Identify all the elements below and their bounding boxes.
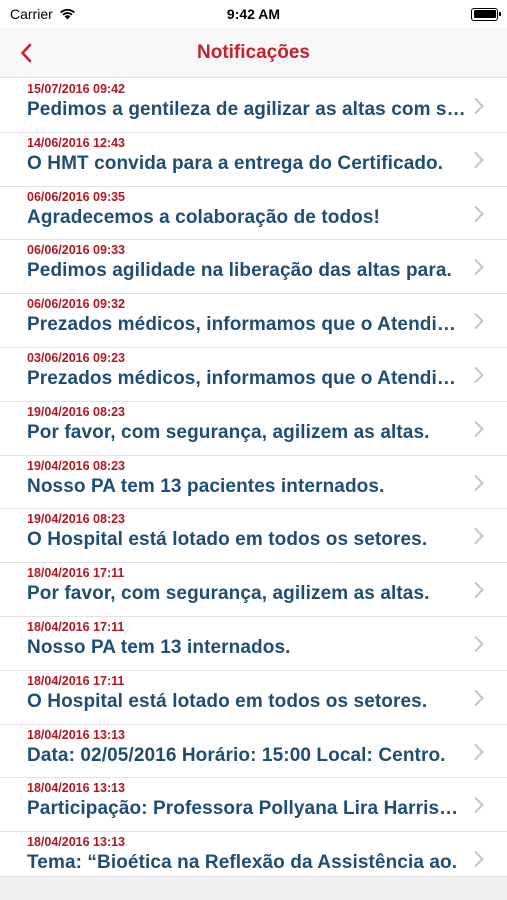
notification-row[interactable]: 06/06/2016 09:33 Pedimos agilidade na lib… [0, 240, 507, 295]
notification-message: Tema: “Bioética na Reflexão da Assistênc… [27, 852, 458, 874]
chevron-right-icon [474, 635, 484, 652]
chevron-right-icon [474, 313, 484, 330]
notification-row[interactable]: 03/06/2016 09:23 Prezados médicos, inform… [0, 348, 507, 402]
notification-date: 18/04/2016 13:13 [27, 727, 126, 742]
notification-message: Prezados médicos, informamos que o Atend… [27, 367, 467, 389]
notification-row[interactable]: 14/06/2016 12:43 O HMT convida para a ent… [0, 133, 507, 187]
battery-icon [471, 7, 501, 21]
notification-row[interactable]: 18/04/2016 13:13 Data: 02/05/2016 Horário… [0, 725, 507, 779]
notification-message: Por favor, com segurança, agilizem as al… [27, 421, 430, 443]
chevron-right-icon [474, 689, 484, 706]
chevron-right-icon [474, 797, 484, 814]
notification-message: Por favor, com segurança, agilizem as al… [27, 583, 430, 605]
notification-message: Pedimos agilidade na liberação das altas… [27, 260, 452, 282]
notification-row[interactable]: 18/04/2016 17:11 Por favor, com segurança… [0, 563, 507, 617]
notification-date: 18/04/2016 17:11 [27, 619, 125, 634]
notification-date: 18/04/2016 13:13 [27, 781, 126, 796]
chevron-right-icon [474, 474, 484, 491]
bottom-bar [0, 876, 507, 900]
notification-row[interactable]: 18/04/2016 17:11 O Hospital está lotado e… [0, 671, 507, 725]
notification-row[interactable]: 15/07/2016 09:42 Pedimos a gentileza de a… [0, 79, 507, 133]
chevron-right-icon [474, 98, 484, 114]
notification-date: 03/06/2016 09:23 [27, 350, 126, 365]
status-bar: Carrier 9:42 AM [0, 0, 507, 28]
notification-date: 06/06/2016 09:32 [27, 297, 126, 312]
notification-message: Agradecemos a colaboração de todos! [27, 206, 380, 228]
notification-date: 18/04/2016 17:11 [27, 566, 125, 581]
notification-date: 19/04/2016 08:23 [27, 404, 126, 419]
notification-row[interactable]: 19/04/2016 08:23 Por favor, com segurança… [0, 402, 507, 456]
chevron-left-icon [21, 43, 32, 63]
page-title: Notificações [197, 41, 310, 63]
chevron-right-icon [474, 528, 484, 545]
chevron-right-icon [474, 420, 484, 437]
chevron-right-icon [474, 205, 484, 222]
notification-message: O Hospital está lotado em todos os setor… [27, 690, 428, 712]
notification-row[interactable]: 06/06/2016 09:32 Prezados médicos, inform… [0, 294, 507, 348]
back-button[interactable] [20, 39, 50, 67]
chevron-right-icon [474, 743, 484, 760]
notification-list[interactable]: 15/07/2016 09:42 Pedimos a gentileza de a… [0, 79, 507, 876]
notification-date: 19/04/2016 08:23 [27, 512, 126, 527]
notification-date: 18/04/2016 13:13 [27, 835, 126, 850]
notification-message: O HMT convida para a entrega do Certific… [27, 152, 444, 174]
notification-message: Prezados médicos, informamos que o Atend… [27, 314, 467, 336]
chevron-right-icon [474, 259, 484, 276]
notification-message: Data: 02/05/2016 Horário: 15:00 Local: C… [27, 744, 446, 766]
notification-row[interactable]: 18/04/2016 13:13 Participação: Professora… [0, 778, 507, 833]
notification-message: Nosso PA tem 13 pacientes internados. [27, 475, 385, 497]
notification-row[interactable]: 19/04/2016 08:23 Nosso PA tem 13 paciente… [0, 456, 507, 510]
notification-date: 06/06/2016 09:35 [27, 189, 126, 204]
notification-date: 19/04/2016 08:23 [27, 458, 126, 473]
notification-row[interactable]: 18/04/2016 13:13 Tema: “Bioética na Refle… [0, 832, 507, 876]
notification-row[interactable]: 19/04/2016 08:23 O Hospital está lotado e… [0, 509, 507, 564]
carrier-label: Carrier [10, 6, 53, 22]
chevron-right-icon [474, 582, 484, 599]
status-time: 9:42 AM [226, 6, 281, 22]
status-left: Carrier [10, 6, 76, 22]
notification-date: 14/06/2016 12:43 [27, 135, 126, 150]
notification-date: 15/07/2016 09:42 [27, 82, 126, 96]
notification-row[interactable]: 06/06/2016 09:35 Agradecemos a colaboraçã… [0, 187, 507, 241]
navigation-bar: Notificações [0, 28, 507, 78]
chevron-right-icon [474, 851, 484, 868]
notification-date: 06/06/2016 09:33 [27, 243, 126, 258]
chevron-right-icon [474, 151, 484, 168]
notification-message: Pedimos a gentileza de agilizar as altas… [27, 99, 467, 120]
notification-message: O Hospital está lotado em todos os setor… [27, 529, 428, 551]
notification-message: Nosso PA tem 13 internados. [27, 636, 291, 658]
wifi-icon [59, 8, 75, 20]
notification-row[interactable]: 18/04/2016 17:11 Nosso PA tem 13 internad… [0, 617, 507, 671]
notification-date: 18/04/2016 17:11 [27, 673, 125, 688]
chevron-right-icon [474, 366, 484, 383]
notification-message: Participação: Professora Pollyana Lira H… [27, 798, 467, 820]
